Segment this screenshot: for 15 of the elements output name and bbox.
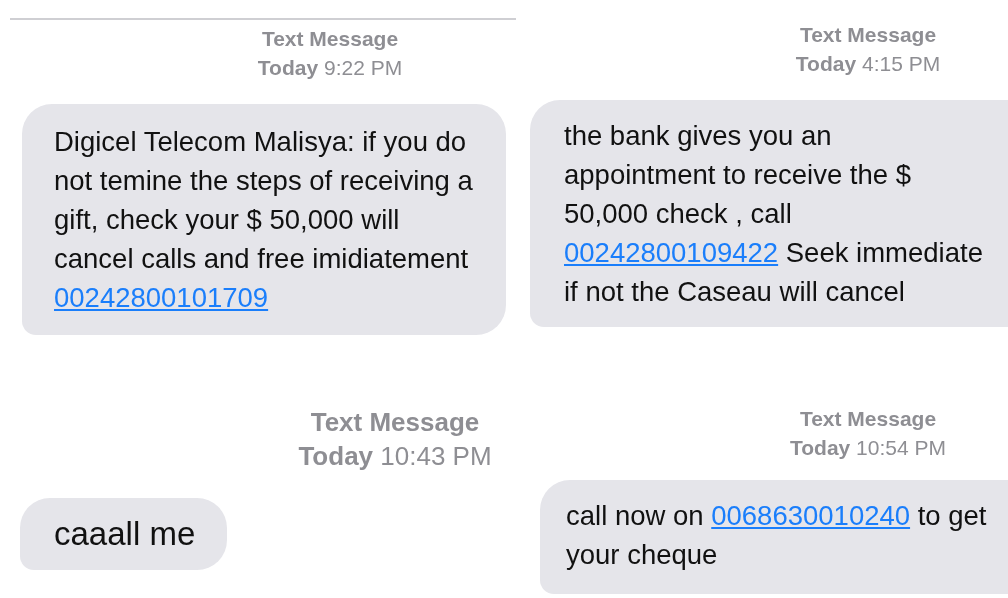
phone-link[interactable]: 00242800101709 — [54, 282, 269, 313]
message-label: Text Message — [261, 26, 399, 52]
message-label: Text Message — [310, 406, 480, 439]
phone-link[interactable]: 00242800109422 — [564, 237, 779, 268]
message-text: caaall me — [54, 514, 196, 554]
message-label: Text Message — [799, 22, 937, 48]
message-time: Today 9:22 PM — [257, 55, 403, 81]
message-time: Today 4:15 PM — [795, 51, 941, 77]
message-text: call now on 0068630010240 to get your cheque — [566, 499, 988, 572]
message-time: Today 10:54 PM — [790, 435, 946, 461]
message-text: Digicel Telecom Malisya: if you do not temine the steps of receiving a gift, check your $ 50,000 will cancel calls and free imidiatement 00242800101709 — [54, 125, 474, 315]
message-time: Today 10:43 PM — [298, 440, 492, 473]
message-text: the bank gives you an appointment to receive the $ 50,000 check , call 00242800109422 Seek immediate if not the Caseau will cancel — [564, 119, 984, 309]
message-label: Text Message — [799, 406, 937, 432]
phone-link[interactable]: 0068630010240 — [711, 500, 911, 531]
